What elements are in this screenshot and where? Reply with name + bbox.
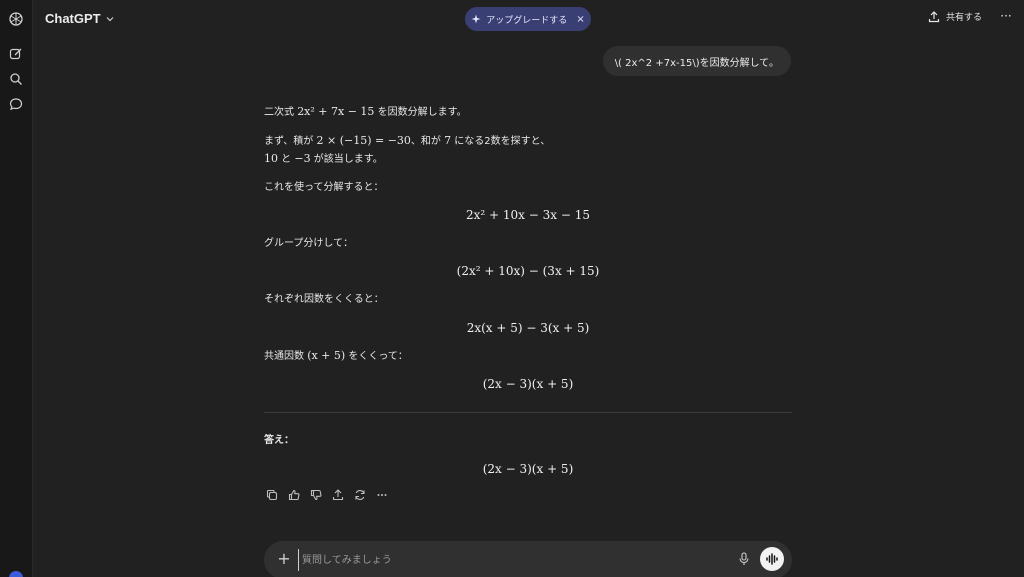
upgrade-banner[interactable]: アップグレードする × bbox=[465, 7, 591, 31]
intro-suffix: を因数分解します。 bbox=[374, 107, 467, 118]
step1-suffix: になる2数を探すと、 bbox=[451, 136, 551, 147]
copy-icon[interactable] bbox=[264, 487, 280, 503]
step1-prefix: まず、積が bbox=[264, 136, 317, 147]
step1-line: まず、積が 2 × (−15) = −30、和が 7 になる2数を探すと、 bbox=[264, 133, 550, 150]
thumbs-up-icon[interactable] bbox=[286, 487, 302, 503]
more-options-button[interactable]: ··· bbox=[998, 9, 1014, 27]
search-icon[interactable] bbox=[6, 69, 26, 89]
close-icon[interactable]: × bbox=[576, 14, 584, 25]
upgrade-label: アップグレードする bbox=[486, 15, 568, 26]
more-icon[interactable] bbox=[374, 487, 390, 503]
step5-expression: (x + 5) bbox=[307, 349, 346, 362]
intro-prefix: 二次式 bbox=[264, 107, 298, 118]
sidebar-rail bbox=[0, 0, 33, 577]
share-label: 共有する bbox=[946, 13, 983, 23]
step4-text: それぞれ因数をくくると： bbox=[264, 294, 384, 305]
equation-1: 2x² + 10x − 3x − 15 bbox=[466, 208, 590, 222]
regenerate-icon[interactable] bbox=[352, 487, 368, 503]
equation-3: 2x(x + 5) − 3(x + 5) bbox=[466, 321, 590, 335]
user-message-text: \( 2x^2 +7x-15\)を因数分解して。 bbox=[614, 57, 779, 69]
share-icon[interactable] bbox=[330, 487, 346, 503]
step1b-number-b: −3 bbox=[294, 152, 311, 165]
app-root: ChatGPT アップグレードする × 共有する ··· \( 2x^2 +7x… bbox=[0, 0, 1024, 577]
intro-expression: 2x² + 7x − 15 bbox=[297, 105, 375, 118]
sparkle-icon bbox=[471, 14, 481, 24]
user-message-bubble: \( 2x^2 +7x-15\)を因数分解して。 bbox=[602, 46, 791, 76]
step1-mid: 、和が bbox=[410, 136, 445, 147]
add-attachment-button[interactable]: + bbox=[276, 551, 292, 567]
voice-mode-button[interactable] bbox=[760, 547, 784, 571]
step5-prefix: 共通因数 bbox=[264, 351, 308, 362]
answer-equation: (2x − 3)(x + 5) bbox=[482, 462, 574, 476]
chevron-down-icon bbox=[106, 16, 114, 21]
step3-text: グループ分けして： bbox=[264, 238, 354, 249]
message-actions bbox=[264, 487, 390, 503]
waveform-icon bbox=[766, 553, 778, 565]
composer: + bbox=[264, 541, 792, 577]
divider bbox=[264, 412, 792, 413]
avatar[interactable] bbox=[9, 571, 23, 577]
equation-2: (2x² + 10x) − (3x + 15) bbox=[456, 264, 600, 278]
equation-4: (2x − 3)(x + 5) bbox=[482, 377, 574, 391]
answer-label: 答え： bbox=[264, 435, 294, 446]
message-input[interactable] bbox=[298, 549, 724, 571]
step1-expression-product: 2 × (−15) = −30 bbox=[316, 134, 411, 147]
intro-line: 二次式 2x² + 7x − 15 を因数分解します。 bbox=[264, 104, 467, 121]
step5-suffix: をくくって： bbox=[345, 351, 408, 362]
step1b-number-a: 10 bbox=[264, 152, 278, 165]
step5-line: 共通因数 (x + 5) をくくって： bbox=[264, 348, 408, 365]
step1b-suffix: が該当します。 bbox=[310, 154, 383, 165]
share-icon bbox=[928, 10, 940, 22]
step1b-mid: と bbox=[278, 154, 295, 165]
chat-bubble-icon[interactable] bbox=[6, 94, 26, 114]
share-button[interactable]: 共有する bbox=[928, 10, 982, 23]
thumbs-down-icon[interactable] bbox=[308, 487, 324, 503]
model-selector[interactable]: ChatGPT bbox=[45, 11, 115, 26]
mic-icon[interactable] bbox=[736, 551, 752, 567]
openai-logo-icon[interactable] bbox=[6, 9, 26, 29]
new-chat-icon[interactable] bbox=[6, 44, 26, 64]
model-label: ChatGPT bbox=[45, 11, 101, 26]
step1b-line: 10 と −3 が該当します。 bbox=[264, 151, 383, 168]
step2-text: これを使って分解すると： bbox=[264, 182, 384, 193]
